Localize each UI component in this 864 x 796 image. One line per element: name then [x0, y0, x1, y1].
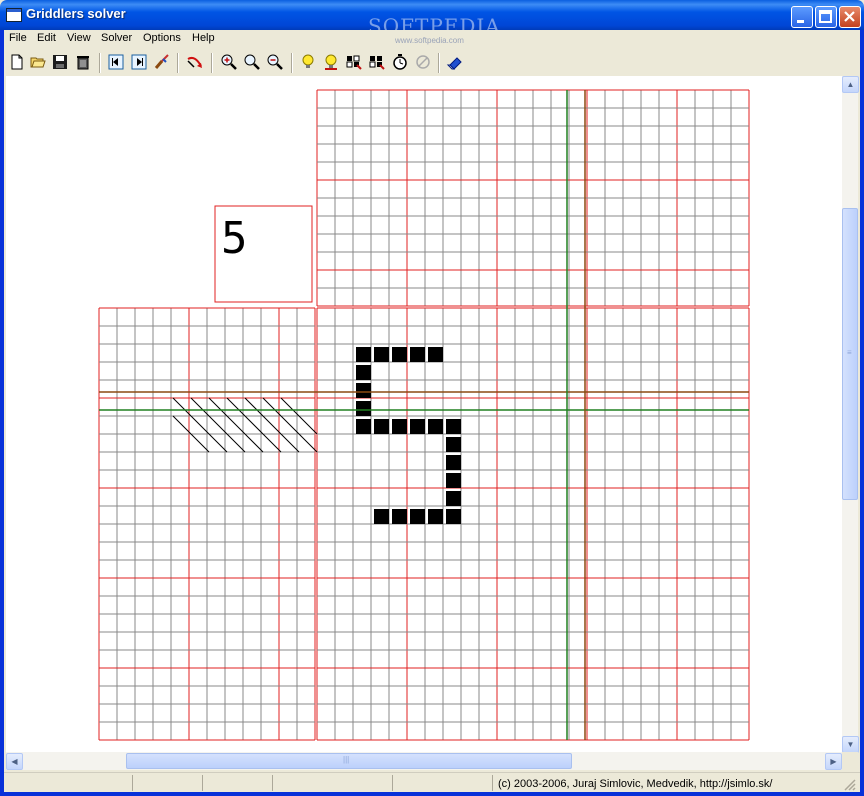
delete-icon[interactable]: [74, 53, 92, 71]
menu-options[interactable]: Options: [143, 32, 181, 44]
scroll-down-button[interactable]: ▼: [842, 736, 859, 753]
zoom-normal-icon[interactable]: [243, 53, 261, 71]
grip-icon: |||: [343, 755, 350, 764]
arrow-right-icon: ▶: [830, 757, 837, 766]
filled-cell[interactable]: [428, 419, 443, 434]
solve-icon[interactable]: [345, 53, 363, 71]
toolbar-separator: [438, 53, 440, 73]
window-frame: [860, 30, 864, 796]
filled-cell[interactable]: [374, 509, 389, 524]
filled-cell[interactable]: [356, 347, 371, 362]
filled-cell[interactable]: [446, 419, 461, 434]
arrow-left-icon: ◀: [11, 757, 18, 766]
griddler-board[interactable]: 5: [6, 76, 842, 752]
filled-cell[interactable]: [392, 509, 407, 524]
menu-view[interactable]: View: [67, 32, 91, 44]
toolbar-separator: [99, 53, 101, 73]
scroll-left-button[interactable]: ◀: [6, 753, 23, 770]
maximize-button[interactable]: [815, 6, 837, 28]
status-pane: [392, 775, 393, 791]
new-file-icon[interactable]: [8, 53, 26, 71]
status-pane: [492, 775, 493, 791]
save-icon[interactable]: [51, 53, 69, 71]
filled-cell[interactable]: [356, 401, 371, 416]
timer-icon[interactable]: [391, 53, 409, 71]
preview-glyph: 5: [221, 213, 248, 264]
filled-cell[interactable]: [392, 347, 407, 362]
undo-arrow-icon[interactable]: [186, 53, 204, 71]
filled-cell[interactable]: [428, 347, 443, 362]
filled-cell[interactable]: [356, 419, 371, 434]
status-pane: [202, 775, 203, 791]
close-icon: [844, 11, 855, 22]
horizontal-scrollbar[interactable]: ◀ ||| ▶: [6, 752, 842, 770]
status-bar: (c) 2003-2006, Juraj Simlovic, Medvedik,…: [4, 772, 860, 793]
scroll-corner: [842, 752, 858, 770]
filled-cell[interactable]: [356, 365, 371, 380]
step-back-icon[interactable]: [107, 53, 125, 71]
filled-cell[interactable]: [410, 509, 425, 524]
puzzle-canvas[interactable]: 5: [6, 76, 842, 752]
minimize-button[interactable]: [791, 6, 813, 28]
solve-all-icon[interactable]: [368, 53, 386, 71]
menu-solver[interactable]: Solver: [101, 32, 132, 44]
zoom-in-icon[interactable]: [220, 53, 238, 71]
toolbar-separator: [211, 53, 213, 73]
resize-grip-icon[interactable]: [842, 777, 856, 791]
filled-cell[interactable]: [446, 509, 461, 524]
status-copyright: (c) 2003-2006, Juraj Simlovic, Medvedik,…: [498, 778, 773, 790]
app-window: Griddlers solver SOFTPEDIA File Edit Vie…: [0, 0, 864, 796]
step-forward-icon[interactable]: [130, 53, 148, 71]
scroll-right-button[interactable]: ▶: [825, 753, 842, 770]
zoom-out-icon[interactable]: [266, 53, 284, 71]
arrow-down-icon: ▼: [846, 740, 855, 749]
filled-cell[interactable]: [374, 347, 389, 362]
filled-cell[interactable]: [428, 509, 443, 524]
status-pane: [272, 775, 273, 791]
filled-cell[interactable]: [392, 419, 407, 434]
app-icon[interactable]: [6, 8, 22, 22]
menu-help[interactable]: Help: [192, 32, 215, 44]
menu-file[interactable]: File: [9, 32, 27, 44]
filled-cell[interactable]: [446, 437, 461, 452]
filled-cell[interactable]: [446, 455, 461, 470]
horizontal-scroll-thumb[interactable]: |||: [126, 753, 572, 769]
brush-icon[interactable]: [153, 53, 171, 71]
maximize-icon: [819, 10, 832, 23]
title-bar[interactable]: Griddlers solver SOFTPEDIA: [0, 0, 864, 38]
eraser-icon[interactable]: [446, 53, 464, 71]
vertical-scroll-thumb[interactable]: ≡: [842, 208, 858, 500]
hint-bulb-alt-icon[interactable]: [322, 53, 340, 71]
scroll-up-button[interactable]: ▲: [842, 76, 859, 93]
status-pane: [132, 775, 133, 791]
window-frame: [0, 30, 4, 796]
filled-cell[interactable]: [446, 473, 461, 488]
window-frame: [0, 792, 864, 796]
filled-cell[interactable]: [410, 419, 425, 434]
stop-icon[interactable]: [414, 53, 432, 71]
filled-cell[interactable]: [410, 347, 425, 362]
close-button[interactable]: [839, 6, 861, 28]
minimize-icon: [797, 20, 804, 23]
open-folder-icon[interactable]: [29, 53, 47, 71]
hint-bulb-icon[interactable]: [299, 53, 317, 71]
window-title: Griddlers solver: [26, 6, 126, 21]
watermark-url: www.softpedia.com: [395, 36, 464, 45]
menu-edit[interactable]: Edit: [37, 32, 56, 44]
filled-cell[interactable]: [356, 383, 371, 398]
toolbar: [4, 50, 860, 76]
vertical-scrollbar[interactable]: ▲ ≡ ▼: [842, 76, 859, 753]
filled-cell[interactable]: [374, 419, 389, 434]
toolbar-separator: [177, 53, 179, 73]
filled-cell[interactable]: [446, 491, 461, 506]
grip-icon: ≡: [847, 348, 852, 357]
toolbar-separator: [291, 53, 293, 73]
arrow-up-icon: ▲: [846, 80, 855, 89]
